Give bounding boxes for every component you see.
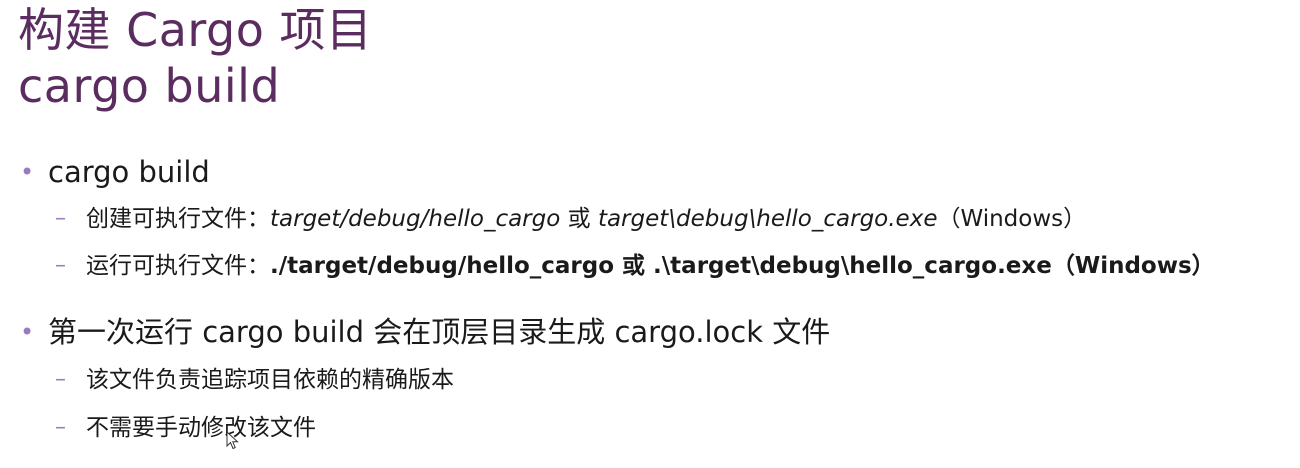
bullet-item-first-run: • 第一次运行 cargo build 会在顶层目录生成 cargo.lock …: [20, 314, 831, 350]
windows-path: target\debug\hello_cargo.exe: [597, 206, 938, 232]
dash-marker: –: [55, 253, 66, 278]
dash-marker: –: [55, 367, 66, 392]
slide-content: • cargo build – 创建可执行文件：target/debug/hel…: [0, 0, 1300, 468]
sub-item-lock-purpose: – 该文件负责追踪项目依赖的精确版本: [55, 365, 454, 395]
sub-item-text: 不需要手动修改该文件: [86, 415, 316, 441]
dash-marker: –: [55, 415, 66, 440]
bullet-item-cargo-build: • cargo build: [20, 154, 210, 190]
bullet-marker: •: [20, 158, 35, 186]
bullet-marker: •: [20, 318, 35, 346]
conjunction: 或: [614, 253, 654, 279]
platform-note: （Windows）: [1051, 253, 1215, 279]
sub-item-label: 创建可执行文件：: [86, 206, 270, 232]
mouse-pointer-icon: [226, 431, 239, 450]
windows-path: .\target\debug\hello_cargo.exe: [653, 253, 1052, 279]
sub-item-text: 该文件负责追踪项目依赖的精确版本: [86, 367, 454, 393]
sub-item-run-exe: – 运行可执行文件：./target/debug/hello_cargo 或 .…: [55, 251, 1215, 281]
conjunction: 或: [560, 206, 598, 232]
bullet-text: cargo build: [48, 155, 210, 189]
sub-item-no-manual-edit: – 不需要手动修改该文件: [55, 413, 316, 443]
sub-item-create-exe: – 创建可执行文件：target/debug/hello_cargo 或 tar…: [55, 204, 1087, 234]
linux-path: ./target/debug/hello_cargo: [270, 253, 615, 279]
bullet-text: 第一次运行 cargo build 会在顶层目录生成 cargo.lock 文件: [48, 315, 831, 349]
slide: 构建 Cargo 项目 cargo build • cargo build – …: [0, 0, 1300, 468]
platform-note: （Windows）: [937, 206, 1087, 232]
linux-path: target/debug/hello_cargo: [270, 206, 561, 232]
dash-marker: –: [55, 206, 66, 231]
sub-item-label: 运行可执行文件：: [86, 253, 270, 279]
